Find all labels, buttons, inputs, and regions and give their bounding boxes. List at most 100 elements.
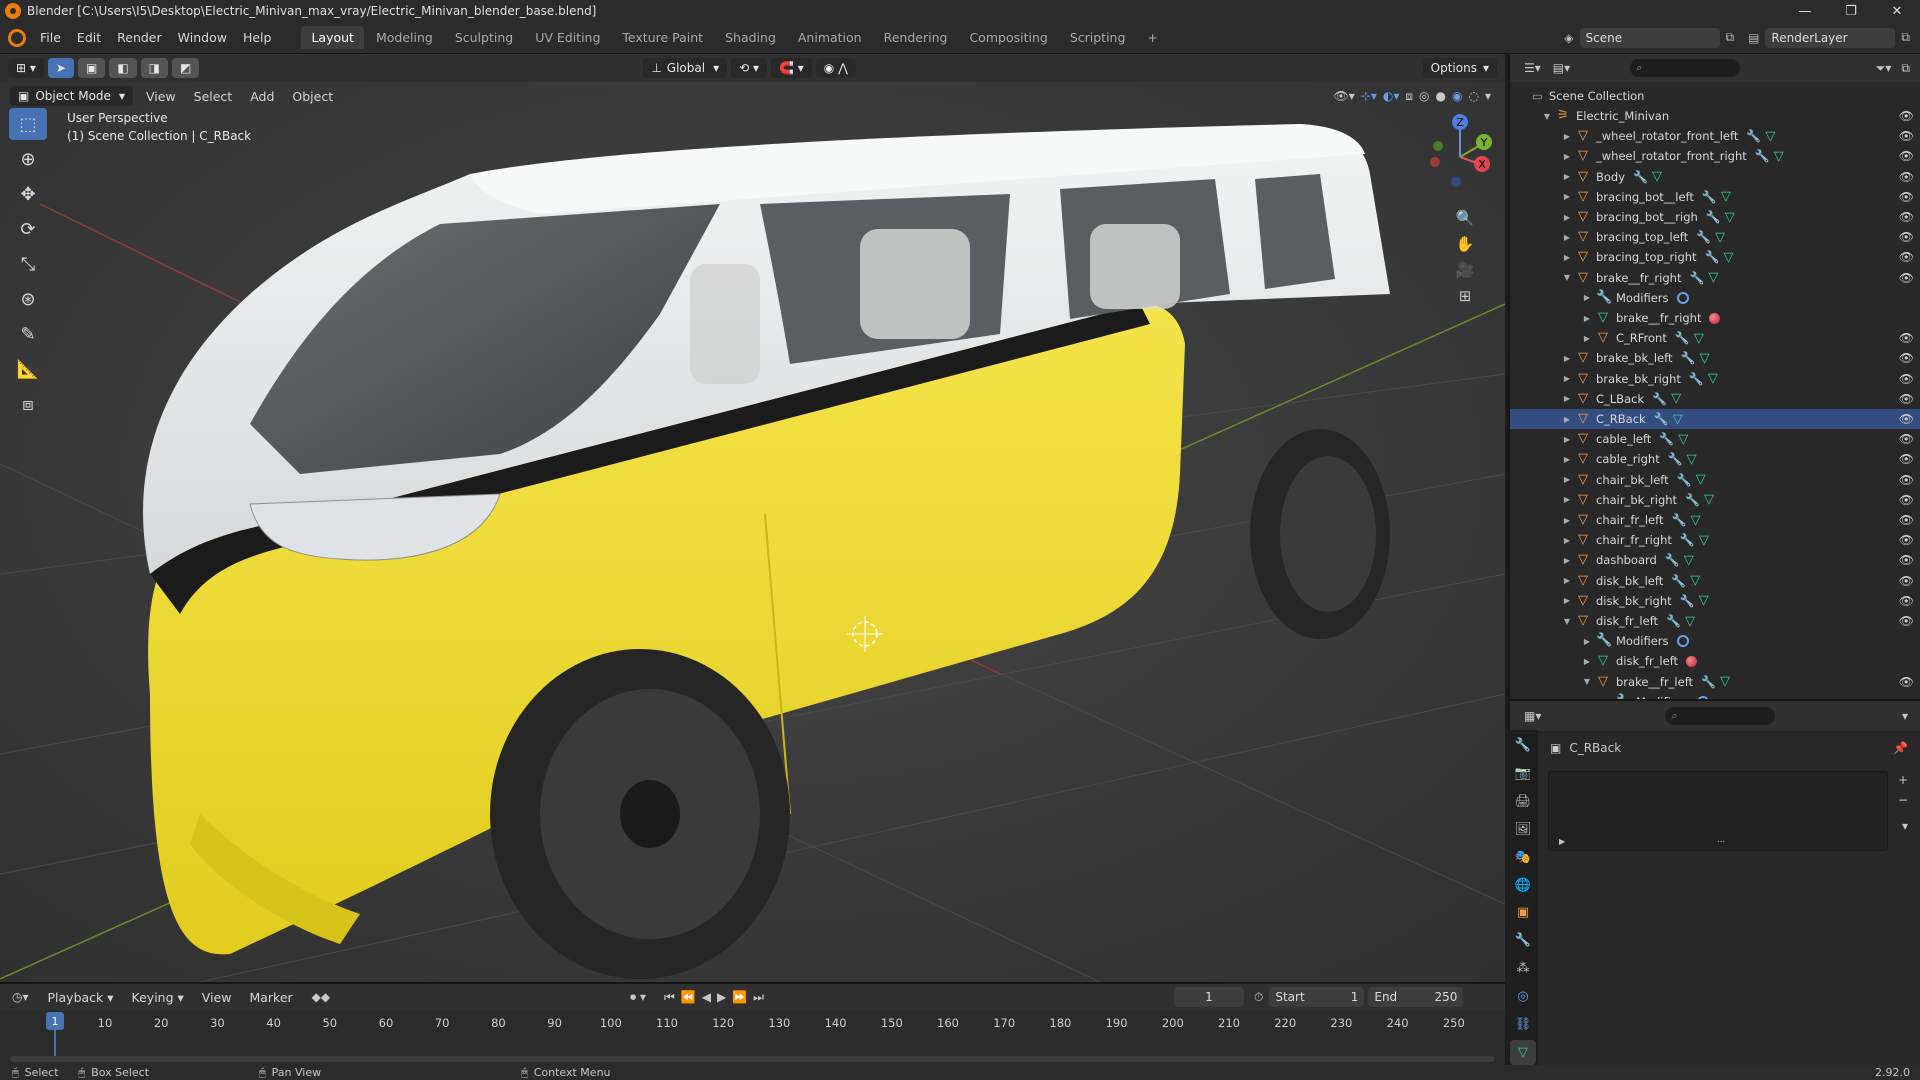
mesh-data-icon[interactable]: ▽ bbox=[1704, 492, 1714, 507]
mesh-data-icon[interactable]: ▽ bbox=[1671, 391, 1681, 406]
mesh-data-icon[interactable]: ▽ bbox=[1708, 371, 1718, 386]
menu-object[interactable]: Object bbox=[283, 89, 342, 104]
outliner-row[interactable]: ▶ ▽ C_LBack 🔧 ▽ 👁 bbox=[1510, 389, 1920, 409]
mesh-data-icon[interactable]: ▽ bbox=[1684, 553, 1694, 568]
expand-arrow-icon[interactable]: ▶ bbox=[1562, 374, 1572, 383]
current-frame-marker[interactable]: 1 bbox=[46, 1012, 64, 1030]
outliner-row[interactable]: ▶ ▽ cable_left 🔧 ▽ 👁 bbox=[1510, 429, 1920, 449]
world-tab-icon[interactable]: 🌐 bbox=[1510, 873, 1536, 898]
playback-menu[interactable]: Playback ▾ bbox=[39, 990, 123, 1005]
selection-mode-extend-button[interactable]: ◧ bbox=[109, 58, 137, 78]
orientation-gizmo[interactable]: Z X Y bbox=[1420, 112, 1496, 202]
modifier-icon[interactable]: 🔧 bbox=[1671, 513, 1686, 527]
expand-arrow-icon[interactable]: ▶ bbox=[1562, 213, 1572, 222]
menu-file[interactable]: File bbox=[32, 30, 69, 45]
modifier-icon[interactable]: 🔧 bbox=[1701, 675, 1716, 689]
outliner-row[interactable]: ▶ ▽ Body 🔧 ▽ 👁 bbox=[1510, 167, 1920, 187]
modifier-icon[interactable]: 🔧 bbox=[1665, 553, 1680, 567]
move-tool-icon[interactable]: ✥ bbox=[9, 178, 47, 210]
mesh-data-icon[interactable]: ▽ bbox=[1690, 513, 1700, 528]
ortho-grid-icon[interactable]: ⊞ bbox=[1459, 287, 1472, 305]
visibility-eye-icon[interactable]: 👁 bbox=[1899, 513, 1914, 527]
tab-rendering[interactable]: Rendering bbox=[874, 26, 958, 49]
particles-tab-icon[interactable]: ⁂ bbox=[1510, 956, 1536, 981]
cursor-tool-icon[interactable]: ⊕ bbox=[9, 143, 47, 175]
tab-modeling[interactable]: Modeling bbox=[366, 26, 443, 49]
expand-arrow-icon[interactable]: ▶ bbox=[1562, 455, 1572, 464]
selection-mode-new-button[interactable]: ▣ bbox=[77, 58, 106, 78]
new-scene-icon[interactable]: ⧉ bbox=[1726, 30, 1735, 45]
outliner-row[interactable]: ▶ ▽ chair_bk_right 🔧 ▽ 👁 bbox=[1510, 490, 1920, 510]
current-frame-field[interactable]: 1 bbox=[1173, 987, 1244, 1007]
rotate-tool-icon[interactable]: ⟳ bbox=[9, 213, 47, 245]
modifier-icon[interactable]: 🔧 bbox=[1680, 594, 1695, 608]
visibility-eye-icon[interactable]: 👁 bbox=[1899, 271, 1914, 285]
visibility-eye-icon[interactable]: 👁 bbox=[1899, 553, 1914, 567]
keyframe-icon[interactable]: ◆◆ bbox=[312, 990, 330, 1004]
outliner-row[interactable]: ▶ 🔧Modifiers bbox=[1510, 288, 1920, 308]
physics-tab-icon[interactable]: ◎ bbox=[1510, 984, 1536, 1009]
expand-arrow-icon[interactable]: ▶ bbox=[1562, 132, 1572, 141]
modifier-icon[interactable]: 🔧 bbox=[1702, 190, 1717, 204]
modifier-icon[interactable]: 🔧 bbox=[1654, 412, 1669, 426]
outliner-row[interactable]: ▼ ⚞ Electric_Minivan 👁 bbox=[1510, 106, 1920, 126]
camera-view-icon[interactable]: 🎥 bbox=[1456, 261, 1475, 279]
mesh-data-icon[interactable]: ▽ bbox=[1708, 270, 1718, 285]
outliner-row[interactable]: ▶ ▽ chair_bk_left 🔧 ▽ 👁 bbox=[1510, 470, 1920, 490]
play-icon[interactable]: ▶ bbox=[717, 990, 726, 1004]
mesh-data-icon[interactable]: ▽ bbox=[1721, 189, 1731, 204]
material-shading-icon[interactable]: ◉ bbox=[1452, 89, 1462, 103]
outliner-row[interactable]: ▶ ▽ disk_bk_left 🔧 ▽ 👁 bbox=[1510, 571, 1920, 591]
modifier-icon[interactable]: 🔧 bbox=[1689, 372, 1704, 386]
modifier-icon[interactable]: 🔧 bbox=[1680, 533, 1695, 547]
expand-arrow-icon[interactable]: ▶ bbox=[1562, 435, 1572, 444]
outliner-row[interactable]: ▶ ▽ bracing_top_left 🔧 ▽ 👁 bbox=[1510, 227, 1920, 247]
tab-sculpting[interactable]: Sculpting bbox=[445, 26, 523, 49]
transform-orientation-dropdown[interactable]: ⊥ Global ▾ bbox=[643, 58, 728, 78]
visibility-eye-icon[interactable]: 👁 bbox=[1899, 493, 1914, 507]
visibility-eye-icon[interactable]: 👁 bbox=[1899, 473, 1914, 487]
mesh-data-icon[interactable]: ▽ bbox=[1673, 412, 1683, 427]
visibility-eye-icon[interactable]: 👁 bbox=[1899, 351, 1914, 365]
tab-layout[interactable]: Layout bbox=[301, 26, 364, 49]
visibility-eye-icon[interactable]: 👁 bbox=[1899, 614, 1914, 628]
tab-texture-paint[interactable]: Texture Paint bbox=[612, 26, 713, 49]
mesh-data-icon[interactable]: ▽ bbox=[1678, 432, 1688, 447]
visibility-eye-icon[interactable]: 👁 bbox=[1899, 331, 1914, 345]
modifier-icon[interactable]: 🔧 bbox=[1666, 614, 1681, 628]
modifier-ring-icon[interactable] bbox=[1676, 291, 1689, 304]
pivot-point-dropdown[interactable]: ⟲ ▾ bbox=[731, 58, 768, 78]
collapse-arrow-icon[interactable]: ▼ bbox=[1582, 677, 1592, 686]
expand-arrow-icon[interactable]: ▶ bbox=[1562, 475, 1572, 484]
mesh-data-icon[interactable]: ▽ bbox=[1696, 472, 1706, 487]
modifier-icon[interactable]: 🔧 bbox=[1652, 392, 1667, 406]
visibility-eye-icon[interactable]: 👁 bbox=[1899, 452, 1914, 466]
visibility-eye-icon[interactable]: 👁 bbox=[1899, 170, 1914, 184]
mesh-data-icon[interactable]: ▽ bbox=[1690, 573, 1700, 588]
modifier-icon[interactable]: 🔧 bbox=[1681, 351, 1696, 365]
view-layer-tab-icon[interactable]: 🖼 bbox=[1510, 817, 1536, 842]
preview-range-icon[interactable]: ⏱ bbox=[1254, 990, 1263, 1005]
collapse-arrow-icon[interactable]: ▼ bbox=[1562, 273, 1572, 282]
next-key-icon[interactable]: ⏩ bbox=[732, 990, 747, 1004]
outliner-row[interactable]: ▼ ▽ brake__fr_left 🔧 ▽ 👁 bbox=[1510, 672, 1920, 692]
visibility-eye-icon[interactable]: 👁 bbox=[1899, 129, 1914, 143]
blender-menu-icon[interactable] bbox=[8, 28, 26, 47]
solid-shading-icon[interactable]: ● bbox=[1436, 89, 1446, 103]
outliner-row[interactable]: ▶ ▽ chair_fr_left 🔧 ▽ 👁 bbox=[1510, 510, 1920, 530]
timeline-ruler[interactable]: 10 20 30 40 50 60 70 80 90 100 110 120 130 140 150 160 1… bbox=[0, 1010, 1505, 1065]
outliner-row[interactable]: ▶ ▽ brake_bk_right 🔧 ▽ 👁 bbox=[1510, 369, 1920, 389]
mesh-data-icon[interactable]: ▽ bbox=[1724, 250, 1734, 265]
display-mode-icon[interactable]: ▤▾ bbox=[1553, 61, 1570, 75]
modifier-icon[interactable]: 🔧 bbox=[1705, 250, 1720, 264]
timeline-scrollbar[interactable] bbox=[10, 1056, 1495, 1062]
modifier-icon[interactable]: 🔧 bbox=[1671, 574, 1686, 588]
outliner-row[interactable]: ▶ ▽ C_RBack 🔧 ▽ 👁 bbox=[1510, 409, 1920, 429]
jump-end-icon[interactable]: ⏭ bbox=[753, 990, 764, 1005]
expand-arrow-icon[interactable]: ▶ bbox=[1562, 233, 1572, 242]
visibility-eye-icon[interactable]: 👁 bbox=[1899, 109, 1914, 123]
end-frame-field[interactable]: End 250 bbox=[1368, 987, 1464, 1007]
chevron-down-icon[interactable]: ▾ bbox=[1902, 709, 1908, 723]
mesh-data-icon[interactable]: ▽ bbox=[1652, 169, 1662, 184]
outliner-row[interactable]: ▼ ▽ disk_fr_left 🔧 ▽ 👁 bbox=[1510, 611, 1920, 631]
